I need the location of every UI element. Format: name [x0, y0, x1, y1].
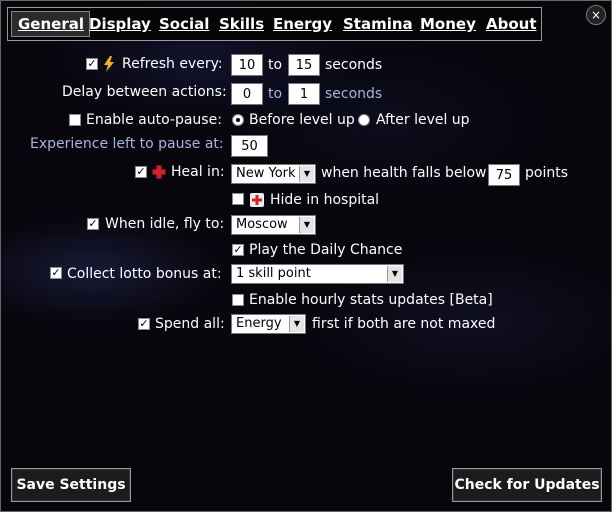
idle-label: When idle, fly to:: [105, 216, 225, 232]
heal-city-value: New York: [236, 166, 296, 181]
check-updates-button[interactable]: Check for Updates: [452, 468, 602, 502]
chevron-down-icon: ▼: [299, 217, 314, 233]
heal-city-select[interactable]: New York ▼: [231, 164, 316, 184]
red-cross-icon: [152, 165, 166, 179]
autopause-label: Enable auto-pause:: [86, 112, 222, 128]
tab-money[interactable]: Money: [420, 15, 476, 33]
refresh-checkbox[interactable]: ✓: [86, 58, 98, 70]
after-level-up-label[interactable]: After level up: [376, 112, 470, 128]
after-level-up-radio[interactable]: [358, 114, 370, 126]
close-button[interactable]: ×: [586, 5, 606, 25]
exp-input[interactable]: [231, 135, 268, 157]
refresh-unit-label: seconds: [325, 57, 383, 73]
delay-to-label: to: [268, 86, 283, 102]
settings-dialog: General Display Social Skills Energy Sta…: [0, 0, 612, 512]
heal-unit-label: points: [525, 165, 568, 181]
delay-min-input[interactable]: [231, 83, 263, 105]
daily-chance-checkbox[interactable]: ✓: [232, 244, 244, 256]
spend-all-value: Energy: [236, 316, 282, 331]
refresh-to-label: to: [268, 57, 283, 73]
refresh-max-input[interactable]: [288, 54, 320, 76]
chevron-down-icon: ▼: [387, 266, 402, 282]
lotto-label: Collect lotto bonus at:: [67, 266, 222, 282]
heal-label: Heal in:: [171, 164, 225, 180]
before-level-up-label[interactable]: Before level up: [249, 112, 355, 128]
heal-checkbox[interactable]: ✓: [135, 166, 147, 178]
spend-all-suffix: first if both are not maxed: [312, 316, 496, 332]
chevron-down-icon: ▼: [289, 316, 304, 332]
idle-checkbox[interactable]: ✓: [87, 218, 99, 230]
delay-unit-label: seconds: [325, 86, 383, 102]
daily-chance-label: Play the Daily Chance: [249, 242, 403, 258]
lotto-value: 1 skill point: [236, 266, 311, 281]
tab-about[interactable]: About: [486, 15, 537, 33]
save-settings-button[interactable]: Save Settings: [11, 468, 131, 502]
heal-threshold-input[interactable]: [488, 164, 520, 186]
tab-skills[interactable]: Skills: [219, 15, 264, 33]
delay-label: Delay between actions:: [62, 84, 227, 100]
exp-label: Experience left to pause at:: [30, 136, 224, 152]
hourly-stats-label: Enable hourly stats updates [Beta]: [249, 292, 493, 308]
lotto-select[interactable]: 1 skill point ▼: [231, 264, 404, 284]
idle-city-value: Moscow: [236, 217, 288, 232]
spend-all-select[interactable]: Energy ▼: [231, 314, 306, 334]
refresh-min-input[interactable]: [231, 54, 263, 76]
spend-all-label: Spend all:: [155, 316, 225, 332]
hourly-stats-checkbox[interactable]: [232, 294, 244, 306]
chevron-down-icon: ▼: [299, 166, 314, 182]
hospital-label: Hide in hospital: [270, 192, 380, 208]
tab-stamina[interactable]: Stamina: [343, 15, 413, 33]
lightning-icon: [103, 56, 115, 72]
hospital-icon: [249, 192, 265, 208]
tab-general[interactable]: General: [11, 11, 90, 37]
tab-energy[interactable]: Energy: [273, 15, 332, 33]
spend-all-checkbox[interactable]: ✓: [138, 318, 150, 330]
refresh-label: Refresh every:: [122, 56, 223, 72]
tab-display[interactable]: Display: [89, 15, 151, 33]
autopause-checkbox[interactable]: [69, 114, 81, 126]
idle-city-select[interactable]: Moscow ▼: [231, 215, 316, 235]
lotto-checkbox[interactable]: ✓: [50, 267, 62, 279]
heal-threshold-label: when health falls below: [321, 165, 487, 181]
hospital-checkbox[interactable]: [232, 193, 244, 205]
tab-bar: General Display Social Skills Energy Sta…: [7, 7, 542, 41]
before-level-up-radio[interactable]: [232, 114, 244, 126]
tab-social[interactable]: Social: [159, 15, 209, 33]
delay-max-input[interactable]: [288, 83, 320, 105]
